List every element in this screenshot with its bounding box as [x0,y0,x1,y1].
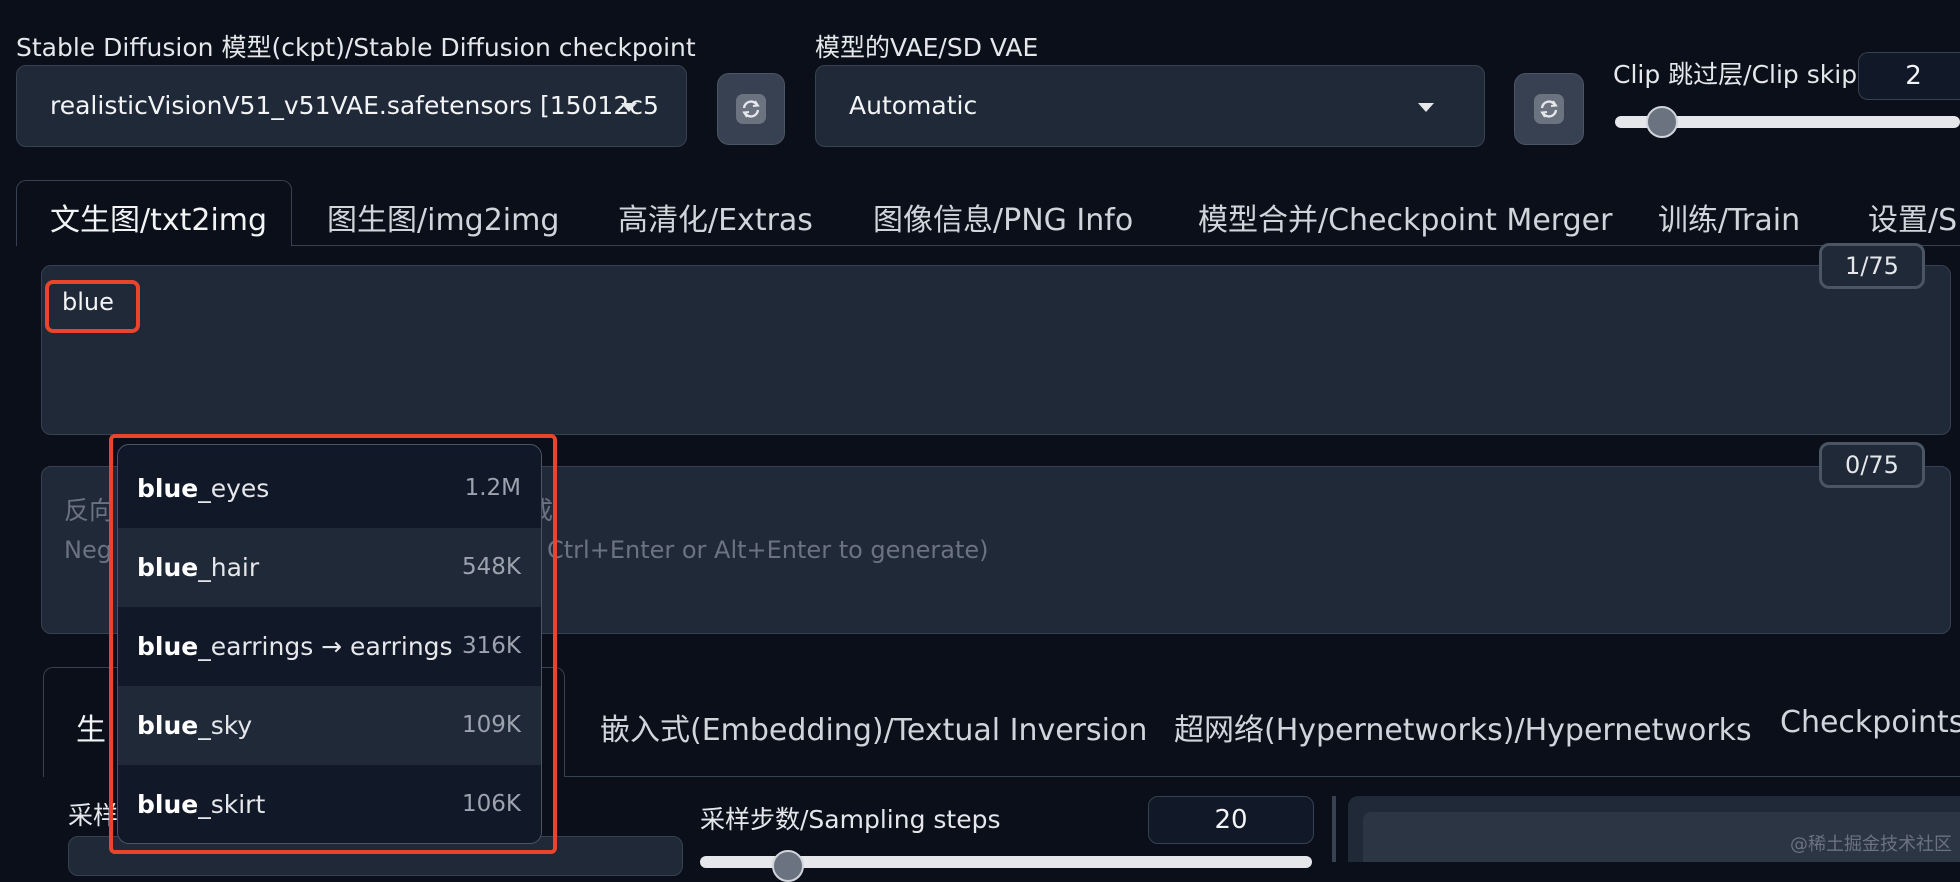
subtab-embedding[interactable]: 嵌入式(Embedding)/Textual Inversion [600,705,1147,749]
tab-train[interactable]: 训练/Train [1658,195,1800,239]
tab-checkpoint-merger[interactable]: 模型合并/Checkpoint Merger [1198,195,1612,239]
tab-img2img[interactable]: 图生图/img2img [327,195,559,239]
prompt-token-counter: 1/75 [1819,243,1925,289]
checkpoint-refresh-button[interactable] [717,73,785,145]
chevron-down-icon [1418,103,1434,112]
negative-placeholder-line1-start: 反向 [64,496,115,525]
negative-placeholder-line2-start: Neg [64,536,112,564]
vae-value: Automatic [849,91,978,120]
autocomplete-highlight-box [109,434,557,854]
clip-skip-slider-thumb[interactable] [1646,106,1678,138]
sampling-steps-slider-thumb[interactable] [772,850,804,882]
tab-settings[interactable]: 设置/S [1868,195,1957,239]
clip-skip-label: Clip 跳过层/Clip skip [1613,60,1858,89]
tab-extras[interactable]: 高清化/Extras [618,195,813,239]
subtab-generate[interactable]: 生 [76,705,106,749]
subtab-checkpoints[interactable]: Checkpoints [1780,705,1960,740]
checkpoint-label: Stable Diffusion 模型(ckpt)/Stable Diffusi… [16,33,696,62]
vae-refresh-button[interactable] [1514,73,1584,145]
checkpoint-dropdown[interactable]: realisticVisionV51_v51VAE.safetensors [1… [16,65,687,147]
refresh-icon [736,94,766,124]
clip-skip-input[interactable]: 2 [1858,52,1960,100]
tab-png-info[interactable]: 图像信息/PNG Info [873,195,1133,239]
sampling-steps-label: 采样步数/Sampling steps [700,805,1001,834]
vae-dropdown[interactable]: Automatic [815,65,1485,147]
watermark: @稀土掘金技术社区 [1790,834,1952,855]
chevron-down-icon [621,103,637,112]
prompt-input[interactable]: blue [41,265,1951,435]
tab-divider [292,245,1960,246]
column-divider [1332,796,1336,862]
negative-token-counter: 0/75 [1819,442,1925,488]
negative-placeholder-line2-end: Ctrl+Enter or Alt+Enter to generate) [547,536,989,564]
prompt-highlight-box [45,280,140,333]
refresh-icon [1534,94,1564,124]
subtab-hypernetworks[interactable]: 超网络(Hypernetworks)/Hypernetworks [1174,705,1752,749]
tab-txt2img[interactable]: 文生图/txt2img [50,195,267,239]
sampling-steps-input[interactable]: 20 [1148,796,1314,844]
subtab-divider [565,776,1960,777]
vae-label: 模型的VAE/SD VAE [815,33,1039,62]
checkpoint-value: realisticVisionV51_v51VAE.safetensors [1… [50,91,659,120]
